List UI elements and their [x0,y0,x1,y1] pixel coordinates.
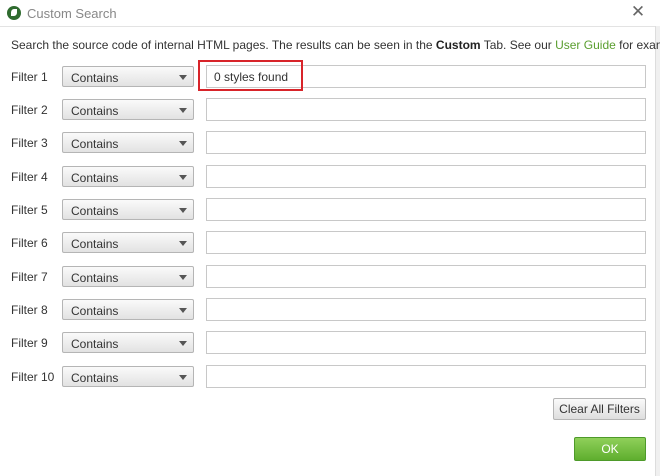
filter-label: Filter 10 [11,370,55,384]
window-title: Custom Search [27,6,117,21]
filter-mode-select[interactable]: Contains [62,66,194,87]
dropdown-arrow-icon [179,175,187,180]
filter-mode-value: Contains [71,337,119,351]
filter-mode-value: Contains [71,304,119,318]
filter-input[interactable] [206,198,646,221]
filter-input[interactable] [206,165,646,188]
filter-mode-value: Contains [71,104,119,118]
dropdown-arrow-icon [179,108,187,113]
filter-label: Filter 5 [11,203,48,217]
filter-input[interactable] [206,231,646,254]
filter-mode-value: Contains [71,137,119,151]
dropdown-arrow-icon [179,275,187,280]
dropdown-arrow-icon [179,75,187,80]
filter-label: Filter 9 [11,336,48,350]
filter-input[interactable] [206,331,646,354]
filter-mode-value: Contains [71,271,119,285]
dropdown-arrow-icon [179,241,187,246]
intro-text-part: for examples. [619,38,660,52]
filter-mode-value: Contains [71,71,119,85]
filter-mode-select[interactable]: Contains [62,232,194,253]
dropdown-arrow-icon [179,141,187,146]
intro-text-part: Search the source code of internal HTML … [11,38,436,52]
filter-mode-select[interactable]: Contains [62,99,194,120]
highlight-box [198,60,303,91]
filter-row-9: Filter 9 Contains [0,331,660,354]
filter-mode-select[interactable]: Contains [62,132,194,153]
filter-mode-select[interactable]: Contains [62,266,194,287]
clear-all-filters-button[interactable]: Clear All Filters [553,398,646,420]
filter-label: Filter 4 [11,170,48,184]
dropdown-arrow-icon [179,208,187,213]
filter-label: Filter 1 [11,70,48,84]
filter-label: Filter 2 [11,103,48,117]
filter-row-5: Filter 5 Contains [0,198,660,221]
filter-mode-select[interactable]: Contains [62,199,194,220]
filter-input[interactable] [206,98,646,121]
intro-text: Search the source code of internal HTML … [11,38,660,52]
filter-mode-select[interactable]: Contains [62,299,194,320]
filter-row-10: Filter 10 Contains [0,365,660,388]
filter-label: Filter 7 [11,270,48,284]
ok-button[interactable]: OK [574,437,646,461]
filter-row-7: Filter 7 Contains [0,265,660,288]
filter-label: Filter 8 [11,303,48,317]
intro-text-part: Tab. See our [480,38,556,52]
dropdown-arrow-icon [179,308,187,313]
intro-bold-text: Custom [435,38,481,52]
filter-mode-select[interactable]: Contains [62,366,194,387]
filter-mode-select[interactable]: Contains [62,166,194,187]
filter-row-6: Filter 6 Contains [0,231,660,254]
dropdown-arrow-icon [179,375,187,380]
filter-mode-select[interactable]: Contains [62,332,194,353]
filter-row-1: Filter 1 Contains [0,65,660,88]
filter-row-8: Filter 8 Contains [0,298,660,321]
filter-label: Filter 6 [11,236,48,250]
title-bar: Custom Search ✕ [0,0,660,27]
filter-row-2: Filter 2 Contains [0,98,660,121]
filter-mode-value: Contains [71,204,119,218]
app-logo-icon [7,6,21,20]
filter-row-3: Filter 3 Contains [0,131,660,154]
filter-input[interactable] [206,298,646,321]
filter-input[interactable] [206,131,646,154]
filter-input[interactable] [206,365,646,388]
user-guide-link[interactable]: User Guide [555,38,616,52]
filter-mode-value: Contains [71,171,119,185]
dropdown-arrow-icon [179,341,187,346]
filter-mode-value: Contains [71,371,119,385]
filter-row-4: Filter 4 Contains [0,165,660,188]
filter-label: Filter 3 [11,136,48,150]
filter-input[interactable] [206,265,646,288]
filter-mode-value: Contains [71,237,119,251]
close-icon[interactable]: ✕ [630,3,646,20]
